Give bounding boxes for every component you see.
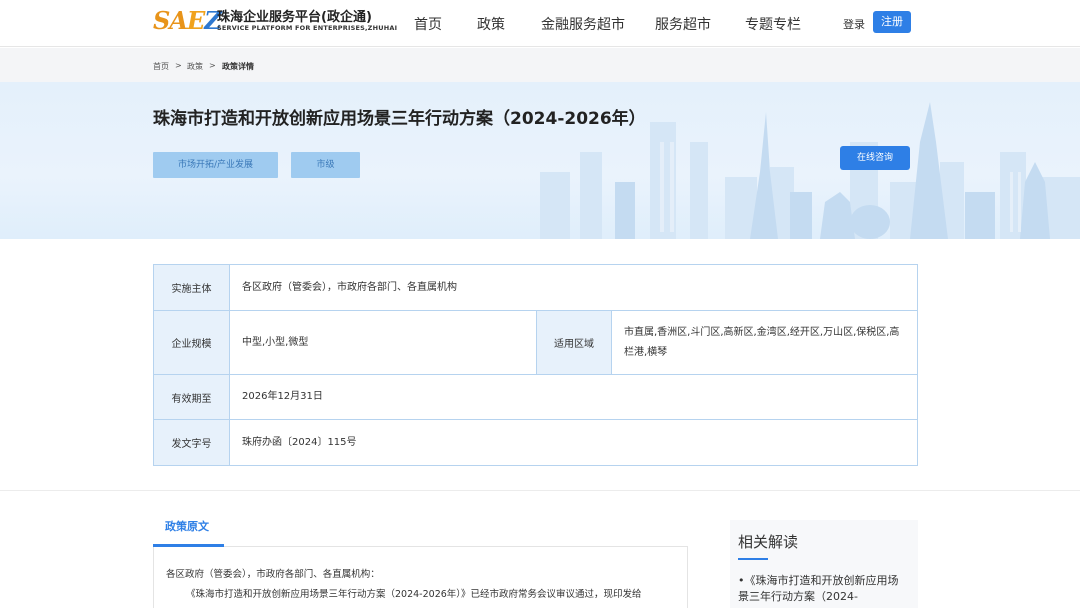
- category-tag: 市场开拓/产业发展: [153, 152, 278, 178]
- top-header: SAEZ 珠海企业服务平台(政企通) SERVICE PLATFORM FOR …: [0, 0, 1080, 47]
- validity-value: 2026年12月31日: [230, 375, 918, 420]
- login-link[interactable]: 登录: [843, 16, 865, 32]
- scale-value: 中型,小型,微型: [230, 311, 536, 375]
- related-title-underline: [738, 558, 768, 560]
- content-paragraph: 各区政府（管委会），市政府各部门、各直属机构：: [166, 569, 380, 580]
- region-value: 市直属,香洲区,斗门区,高新区,金湾区,经开区,万山区,保税区,高栏港,横琴: [612, 311, 918, 375]
- page-title: 珠海市打造和开放创新应用场景三年行动方案（2024-2026年）: [153, 109, 646, 129]
- related-item[interactable]: •《珠海市打造和开放创新应用场景三年行动方案（2024-: [738, 573, 908, 605]
- breadcrumb-separator: >: [175, 61, 182, 70]
- docno-value: 珠府办函〔2024〕115号: [242, 436, 357, 448]
- level-tag: 市级: [291, 152, 360, 178]
- section-divider: [0, 490, 1080, 491]
- nav-home[interactable]: 首页: [414, 14, 442, 34]
- breadcrumb-current: 政策详情: [222, 62, 254, 71]
- region-label: 适用区域: [536, 311, 612, 375]
- policy-info-table: 实施主体 各区政府（管委会），市政府各部门、各直属机构 企业规模 中型,小型,微…: [153, 264, 918, 466]
- implementer-label: 实施主体: [154, 265, 230, 311]
- breadcrumb-home[interactable]: 首页: [153, 61, 169, 72]
- tab-policy-original[interactable]: 政策原文: [165, 518, 209, 534]
- logo-english-name: SERVICE PLATFORM FOR ENTERPRISES,ZHUHAI: [217, 24, 398, 32]
- register-button[interactable]: 注册: [873, 11, 911, 33]
- scale-label: 企业规模: [154, 311, 230, 375]
- breadcrumb-policy[interactable]: 政策: [187, 61, 203, 72]
- breadcrumb-separator: >: [209, 61, 216, 70]
- logo-chinese-name: 珠海企业服务平台(政企通): [217, 10, 372, 25]
- site-logo[interactable]: SAEZ 珠海企业服务平台(政企通) SERVICE PLATFORM FOR …: [153, 4, 397, 35]
- implementer-value: 各区政府（管委会），市政府各部门、各直属机构: [230, 265, 918, 311]
- nav-service-market[interactable]: 服务超市: [655, 14, 711, 34]
- validity-label: 有效期至: [154, 375, 230, 420]
- docno-label: 发文字号: [154, 420, 230, 465]
- nav-policy[interactable]: 政策: [477, 14, 505, 34]
- online-consult-button[interactable]: 在线咨询: [840, 146, 910, 170]
- content-paragraph: 《珠海市打造和开放创新应用场景三年行动方案（2024-2026年）》已经市政府常…: [186, 589, 642, 600]
- nav-topics[interactable]: 专题专栏: [745, 14, 801, 34]
- related-title: 相关解读: [738, 533, 799, 551]
- nav-finance-market[interactable]: 金融服务超市: [541, 14, 625, 34]
- logo-mark: SAEZ: [153, 6, 222, 35]
